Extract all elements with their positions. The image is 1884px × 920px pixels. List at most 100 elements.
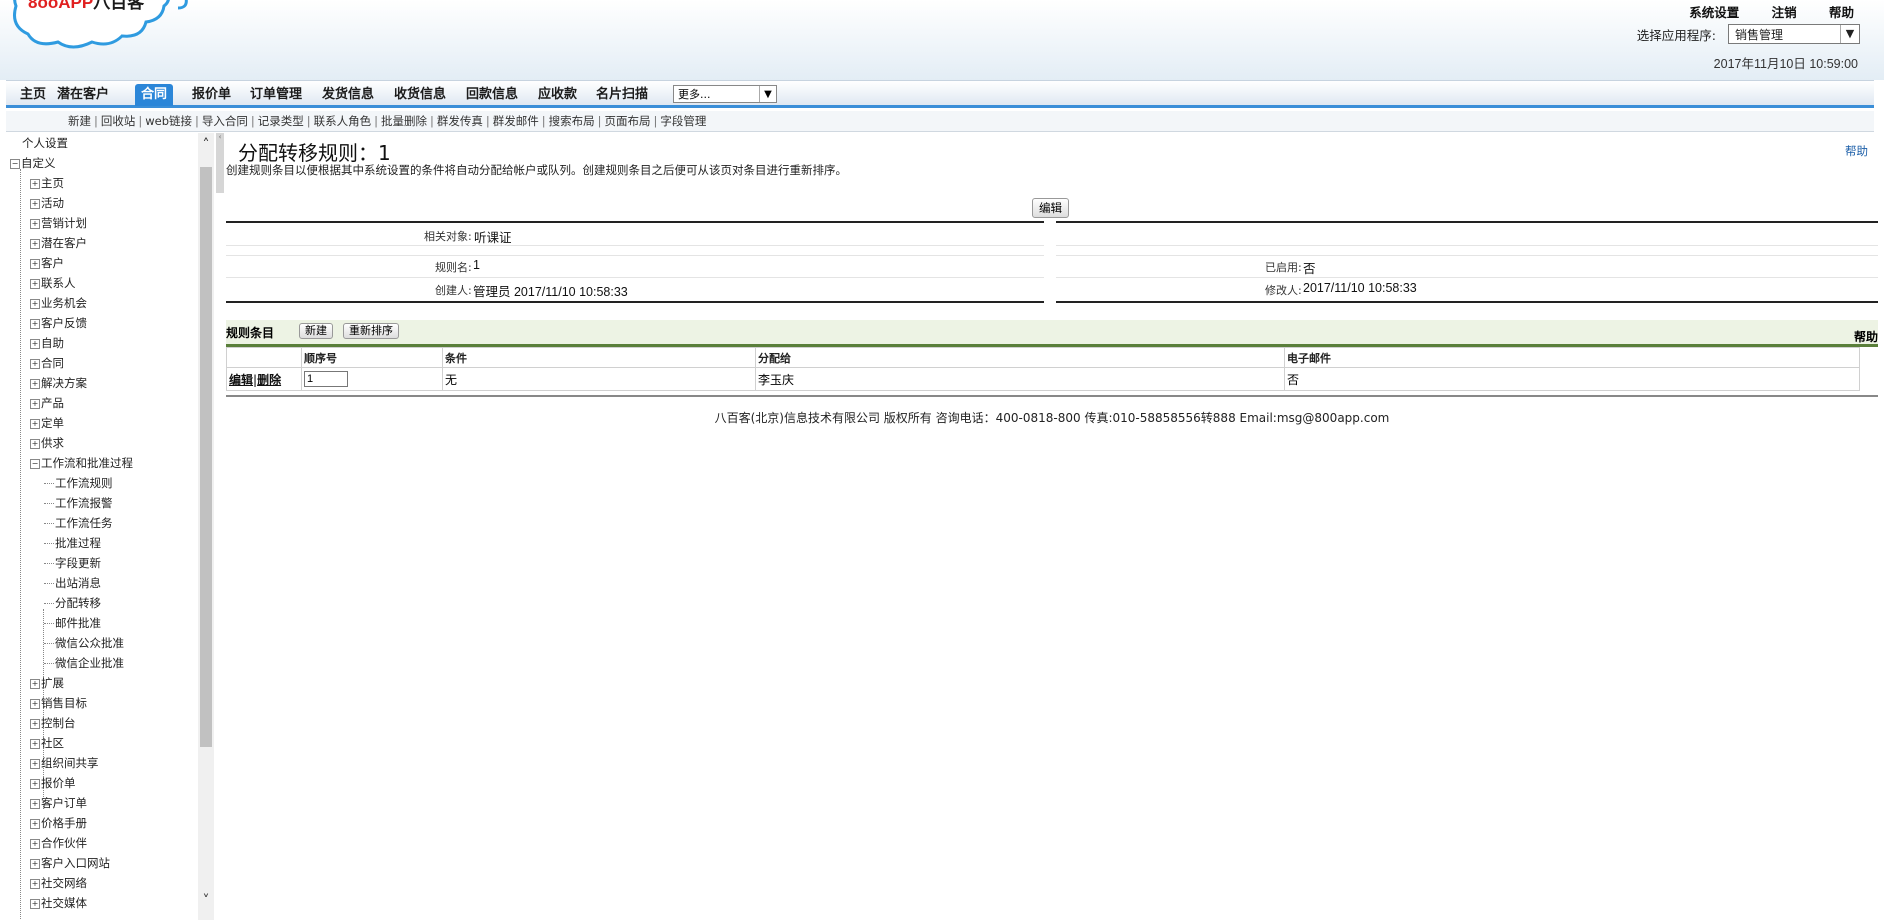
expand-icon[interactable]: + xyxy=(30,278,40,289)
tree-item[interactable]: + 定单 xyxy=(30,413,64,433)
expand-icon[interactable]: + xyxy=(30,238,40,249)
expand-icon[interactable]: + xyxy=(30,818,40,829)
tree-item[interactable]: + 活动 xyxy=(30,193,64,213)
tree-item[interactable]: + 营销计划 xyxy=(30,213,87,233)
subnav-import[interactable]: 导入合同 xyxy=(202,114,248,128)
tab-quotes[interactable]: 报价单 xyxy=(186,84,237,106)
tree-item[interactable]: + 价格手册 xyxy=(30,813,87,833)
tree-item[interactable]: + 客户订单 xyxy=(30,793,87,813)
tree-subitem[interactable]: 字段更新 xyxy=(44,553,101,573)
subnav-page-layout[interactable]: 页面布局 xyxy=(605,114,651,128)
tab-leads[interactable]: 潜在客户 xyxy=(51,84,115,106)
tree-item-root[interactable]: − 自定义 xyxy=(10,153,56,173)
scroll-down-icon[interactable]: ˅ xyxy=(198,893,214,909)
tree-item[interactable]: + 合同 xyxy=(30,353,64,373)
tree-scrollbar[interactable]: ˄ ˅ xyxy=(198,133,214,920)
expand-icon[interactable]: + xyxy=(30,258,40,269)
subnav-contact-roles[interactable]: 联系人角色 xyxy=(314,114,372,128)
subnav-mass-email[interactable]: 群发邮件 xyxy=(493,114,539,128)
app-select[interactable]: 销售管理 ▼ xyxy=(1728,24,1860,44)
tab-orders[interactable]: 订单管理 xyxy=(244,84,308,106)
tree-subitem[interactable]: 工作流报警 xyxy=(44,493,113,513)
reorder-button[interactable]: 重新排序 xyxy=(343,323,399,339)
tree-item[interactable]: + 业务机会 xyxy=(30,293,87,313)
tree-item[interactable]: + 社交媒体 xyxy=(30,893,87,913)
system-settings-link[interactable]: 系统设置 xyxy=(1689,5,1739,20)
edit-rule-link[interactable]: 编辑 xyxy=(229,373,253,387)
collapse-icon[interactable]: − xyxy=(30,458,40,469)
tree-item[interactable]: + 解决方案 xyxy=(30,373,87,393)
tree-item[interactable]: + 销售目标 xyxy=(30,693,87,713)
tree-item[interactable]: + 主页 xyxy=(30,173,64,193)
chevron-down-icon[interactable]: ▼ xyxy=(759,86,776,102)
expand-icon[interactable]: + xyxy=(30,858,40,869)
subnav-record-types[interactable]: 记录类型 xyxy=(258,114,304,128)
expand-icon[interactable]: + xyxy=(30,178,40,189)
tree-subitem[interactable]: 工作流规则 xyxy=(44,473,113,493)
tab-card-scan[interactable]: 名片扫描 xyxy=(590,84,654,106)
tree-item[interactable]: + 客户入口网站 xyxy=(30,853,110,873)
expand-icon[interactable]: + xyxy=(30,678,40,689)
tree-subitem[interactable]: 微信企业批准 xyxy=(44,653,124,673)
expand-icon[interactable]: + xyxy=(30,298,40,309)
sidebar-collapse-handle[interactable]: ‹ xyxy=(216,133,224,193)
expand-icon[interactable]: + xyxy=(30,418,40,429)
tree-item-personal[interactable]: 个人设置 xyxy=(22,133,68,153)
edit-button[interactable]: 编辑 xyxy=(1032,198,1069,218)
expand-icon[interactable]: + xyxy=(30,338,40,349)
subnav-search-layout[interactable]: 搜索布局 xyxy=(549,114,595,128)
subnav-recycle-bin[interactable]: 回收站 xyxy=(101,114,136,128)
tree-item[interactable]: + 社交网络 xyxy=(30,873,87,893)
expand-icon[interactable]: + xyxy=(30,378,40,389)
tab-receipts[interactable]: 收货信息 xyxy=(388,84,452,106)
expand-icon[interactable]: + xyxy=(30,798,40,809)
tree-item[interactable]: + 自助 xyxy=(30,333,64,353)
tab-contracts[interactable]: 合同 xyxy=(135,84,174,106)
expand-icon[interactable]: + xyxy=(30,198,40,209)
tree-subitem[interactable]: 邮件批准 xyxy=(44,613,101,633)
tree-item[interactable]: + 产品 xyxy=(30,393,64,413)
logo[interactable]: 8ooAPP八百客 xyxy=(6,0,202,56)
tree-item[interactable]: + 组织间共享 xyxy=(30,753,99,773)
delete-rule-link[interactable]: 删除 xyxy=(257,373,281,387)
subnav-new[interactable]: 新建 xyxy=(68,114,91,128)
order-input[interactable] xyxy=(304,371,348,387)
chevron-down-icon[interactable]: ▼ xyxy=(1840,25,1859,43)
tree-item[interactable]: + 合作伙伴 xyxy=(30,833,87,853)
more-tabs-select[interactable]: 更多... ▼ xyxy=(673,85,777,103)
help-link[interactable]: 帮助 xyxy=(1845,143,1868,159)
tree-item[interactable]: + 控制台 xyxy=(30,713,76,733)
tree-item[interactable]: + 潜在客户 xyxy=(30,233,87,253)
tree-item[interactable]: + 客户反馈 xyxy=(30,313,87,333)
tree-item[interactable]: + 联系人 xyxy=(30,273,76,293)
tree-item[interactable]: + 扩展 xyxy=(30,673,64,693)
subnav-mass-fax[interactable]: 群发传真 xyxy=(437,114,483,128)
tab-shipments[interactable]: 发货信息 xyxy=(316,84,380,106)
scroll-thumb[interactable] xyxy=(200,167,212,747)
expand-icon[interactable]: + xyxy=(30,318,40,329)
expand-icon[interactable]: + xyxy=(30,778,40,789)
collapse-icon[interactable]: − xyxy=(10,158,20,169)
tree-subitem[interactable]: 出站消息 xyxy=(44,573,101,593)
tree-item[interactable]: + 社区 xyxy=(30,733,64,753)
help-link-top[interactable]: 帮助 xyxy=(1829,5,1854,20)
expand-icon[interactable]: + xyxy=(30,718,40,729)
tab-payments[interactable]: 回款信息 xyxy=(460,84,524,106)
tab-home[interactable]: 主页 xyxy=(14,84,52,106)
subnav-field-management[interactable]: 字段管理 xyxy=(660,114,706,128)
new-rule-button[interactable]: 新建 xyxy=(299,323,333,339)
expand-icon[interactable]: + xyxy=(30,398,40,409)
expand-icon[interactable]: + xyxy=(30,438,40,449)
tree-item[interactable]: + 供求 xyxy=(30,433,64,453)
expand-icon[interactable]: + xyxy=(30,218,40,229)
tree-subitem[interactable]: 微信公众批准 xyxy=(44,633,124,653)
expand-icon[interactable]: + xyxy=(30,698,40,709)
tree-item-workflow[interactable]: − 工作流和批准过程 xyxy=(30,453,133,473)
subnav-bulk-delete[interactable]: 批量删除 xyxy=(381,114,427,128)
rules-help-link[interactable]: 帮助 xyxy=(1854,328,1878,345)
logout-link[interactable]: 注销 xyxy=(1772,5,1797,20)
tree-item[interactable]: + 客户 xyxy=(30,253,64,273)
subnav-web-link[interactable]: web链接 xyxy=(145,114,192,128)
expand-icon[interactable]: + xyxy=(30,878,40,889)
tree-subitem[interactable]: 分配转移 xyxy=(44,593,101,613)
